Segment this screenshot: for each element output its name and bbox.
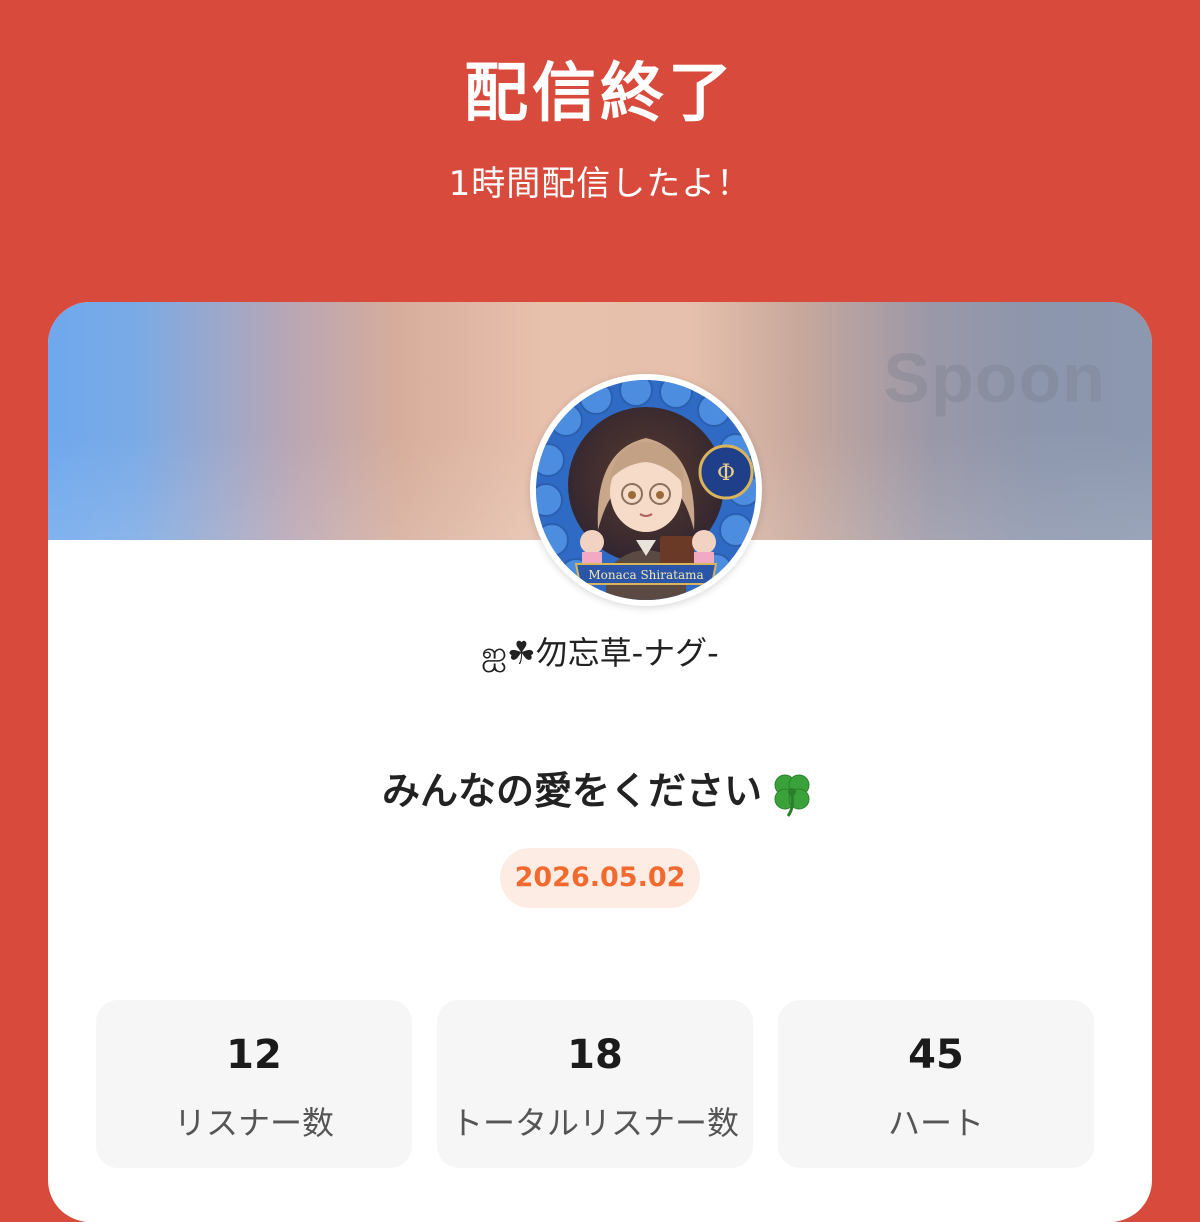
four-leaf-clover-icon <box>774 774 810 817</box>
username: ஐ☘勿忘草-ナグ- <box>481 634 719 672</box>
stat-value: 12 <box>226 1032 282 1078</box>
avatar-caption: Monaca Shiratama <box>588 568 703 582</box>
stat-listeners: 12 リスナー数 <box>96 1000 412 1168</box>
live-title-row: みんなの愛をください <box>48 760 1152 820</box>
live-title: みんなの愛をください <box>381 769 762 813</box>
avatar-illustration: Φ Monaca Shiratama <box>536 380 756 600</box>
avatar[interactable]: Φ Monaca Shiratama <box>530 374 762 606</box>
date-badge: 2026.05.02 <box>500 848 700 908</box>
stat-value: 18 <box>567 1032 623 1078</box>
page-title: 配信終了 <box>464 57 736 131</box>
avatar-image: Φ Monaca Shiratama <box>536 380 756 600</box>
spoon-logo-watermark: Spoon <box>883 339 1106 417</box>
stat-label: ハート <box>887 1104 984 1142</box>
stat-label: リスナー数 <box>173 1104 334 1142</box>
svg-text:Φ: Φ <box>717 461 735 486</box>
stat-label: トータルリスナー数 <box>450 1104 739 1142</box>
live-summary-card: Spoon Φ Monaca Shiratama ஐ☘勿忘草-ナグ- みんなの愛… <box>48 302 1152 1222</box>
stat-hearts: 45 ハート <box>778 1000 1094 1168</box>
page-subtitle: 1時間配信したよ！ <box>448 164 752 204</box>
stat-value: 45 <box>908 1032 964 1078</box>
stat-total-listeners: 18 トータルリスナー数 <box>437 1000 753 1168</box>
